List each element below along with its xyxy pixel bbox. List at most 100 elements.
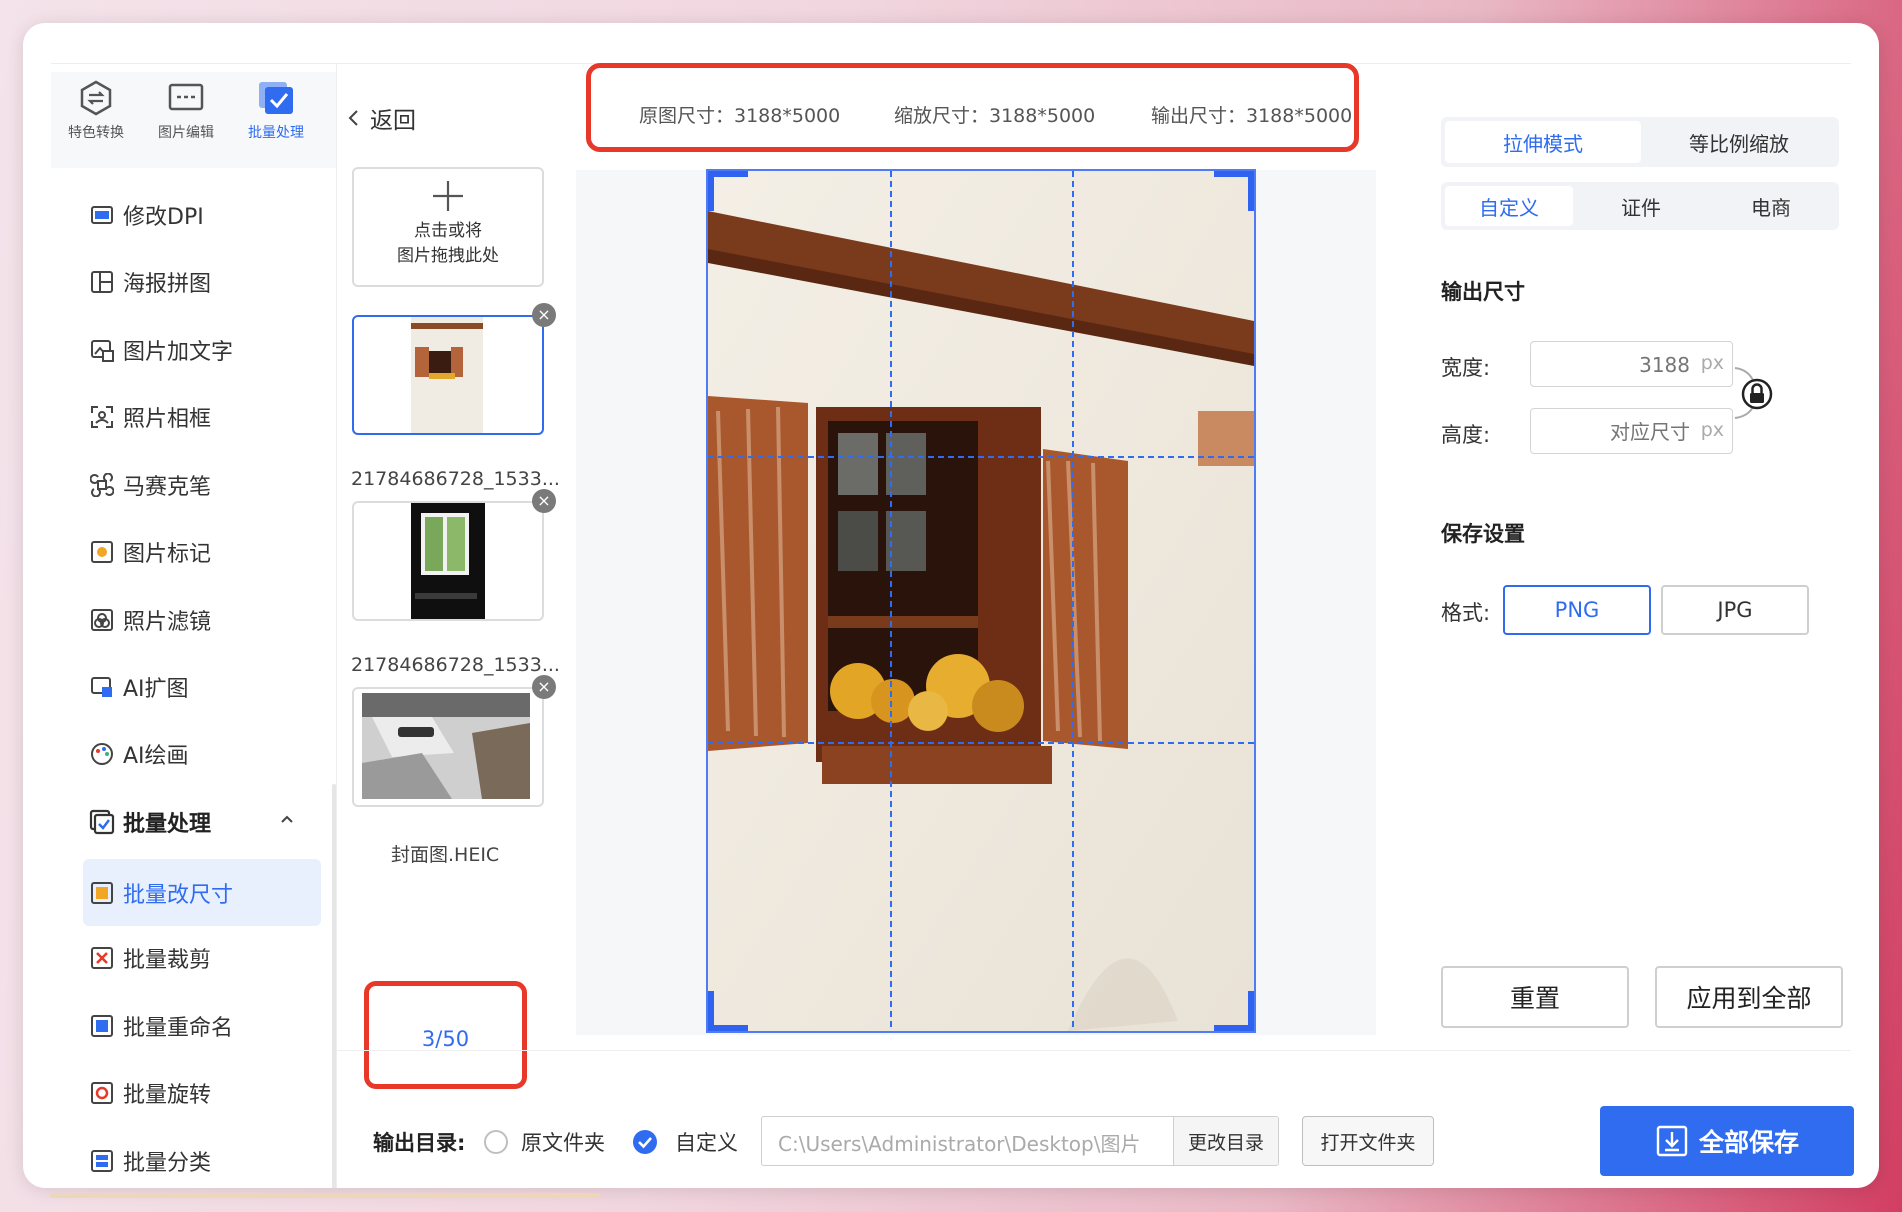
menu-item-batch-rename[interactable]: 批量重命名 xyxy=(83,1001,303,1051)
preview-image[interactable] xyxy=(706,169,1256,1033)
menu-item-mark[interactable]: 图片标记 xyxy=(83,527,303,577)
menu-item-filter[interactable]: 照片滤镜 xyxy=(83,595,303,645)
tab-stretch-mode[interactable]: 拉伸模式 xyxy=(1445,121,1641,163)
save-all-button[interactable]: 全部保存 xyxy=(1600,1106,1854,1176)
chevron-left-icon xyxy=(348,110,358,126)
change-dir-button[interactable]: 更改目录 xyxy=(1173,1117,1278,1165)
width-field[interactable]: px xyxy=(1530,341,1733,387)
crop-icon xyxy=(89,945,115,971)
menu-item-batch-rotate[interactable]: 批量旋转 xyxy=(83,1068,303,1118)
sidebar-scrollbar[interactable] xyxy=(332,784,336,1188)
save-settings-title: 保存设置 xyxy=(1441,522,1525,546)
menu-label: 照片滤镜 xyxy=(123,610,212,635)
width-input[interactable] xyxy=(1539,350,1692,380)
option-original-label: 原文件夹 xyxy=(521,1131,605,1155)
nav-batch-label: 批量处理 xyxy=(248,125,304,141)
scaled-size-text: 缩放尺寸：3188*5000 xyxy=(894,105,1096,127)
output-dir-label: 输出目录: xyxy=(373,1131,466,1155)
convert-icon xyxy=(80,80,112,116)
crop-handle-bottom-right[interactable] xyxy=(1214,991,1254,1031)
tab-ecommerce[interactable]: 电商 xyxy=(1707,186,1835,226)
plus-icon xyxy=(433,181,463,211)
bottom-divider xyxy=(336,1050,1851,1051)
thumbnail-1-filename: 21784686728_1533... xyxy=(351,468,560,490)
palette-icon xyxy=(89,741,115,767)
hd-icon xyxy=(89,202,115,228)
nav-image-edit-label: 图片编辑 xyxy=(158,125,214,141)
size-info-bar: 原图尺寸：3188*5000 缩放尺寸：3188*5000 输出尺寸：3188*… xyxy=(586,63,1359,152)
mark-icon xyxy=(89,539,115,565)
rename-icon xyxy=(89,1013,115,1039)
top-nav: 特色转换 图片编辑 批量处理 xyxy=(51,72,336,168)
menu-item-mosaic[interactable]: 马赛克笔 xyxy=(83,460,303,510)
image-edit-icon xyxy=(168,83,204,111)
format-label: 格式: xyxy=(1441,601,1491,625)
batch-icon xyxy=(259,82,293,114)
guide-lines xyxy=(708,171,1254,1031)
menu-label: 照片相框 xyxy=(123,407,212,432)
open-folder-button[interactable]: 打开文件夹 xyxy=(1302,1116,1434,1166)
upload-dropzone[interactable]: 点击或将 图片拖拽此处 xyxy=(352,167,544,287)
crop-handle-top-right[interactable] xyxy=(1214,171,1254,211)
menu-label: 海报拼图 xyxy=(123,272,212,297)
batch-group-icon xyxy=(89,809,115,835)
tab-id-photo[interactable]: 证件 xyxy=(1577,186,1705,226)
menu-item-batch-resize[interactable]: 批量改尺寸 xyxy=(83,859,321,926)
nav-convert[interactable]: 特色转换 xyxy=(51,80,141,142)
thumbnail-image xyxy=(362,693,530,799)
thumbnail-2[interactable]: × xyxy=(352,489,556,621)
thumbnail-2-filename: 21784686728_1533... xyxy=(351,654,560,676)
lock-ratio-icon[interactable] xyxy=(1733,360,1775,426)
menu-item-dpi[interactable]: 修改DPI xyxy=(83,190,303,240)
menu-item-batch-classify[interactable]: 批量分类 xyxy=(83,1136,303,1186)
tab-proportional-scale[interactable]: 等比例缩放 xyxy=(1643,121,1835,163)
back-button[interactable]: 返回 xyxy=(346,101,416,135)
menu-label: 批量改尺寸 xyxy=(123,882,234,908)
format-jpg-button[interactable]: JPG xyxy=(1661,585,1809,635)
menu-item-batch-crop[interactable]: 批量裁剪 xyxy=(83,933,303,983)
thumbnail-3[interactable]: × xyxy=(352,675,556,807)
menu-label: 批量处理 xyxy=(123,812,212,837)
format-png-button[interactable]: PNG xyxy=(1503,585,1651,635)
menu-label: AI扩图 xyxy=(123,677,189,702)
output-size-text: 输出尺寸：3188*5000 xyxy=(1151,105,1353,127)
radio-custom-folder[interactable] xyxy=(633,1130,657,1154)
tab-custom[interactable]: 自定义 xyxy=(1445,186,1573,226)
thumbnail-image xyxy=(411,503,485,619)
app-window: 特色转换 图片编辑 批量处理 修改DPI 海报拼图 图片加文字 照片相框 马赛克… xyxy=(23,23,1879,1188)
height-field[interactable]: px xyxy=(1530,408,1733,454)
menu-item-frame[interactable]: 照片相框 xyxy=(83,392,303,442)
thumbnail-3-filename: 封面图.HEIC xyxy=(391,844,500,866)
thumbnail-1[interactable]: × xyxy=(352,303,556,435)
nav-image-edit[interactable]: 图片编辑 xyxy=(141,80,231,142)
nav-batch[interactable]: 批量处理 xyxy=(231,80,321,142)
menu-item-image-text[interactable]: 图片加文字 xyxy=(83,325,303,375)
output-path-input[interactable] xyxy=(776,1127,1160,1157)
menu-item-ai-paint[interactable]: AI绘画 xyxy=(83,729,303,779)
apply-all-button[interactable]: 应用到全部 xyxy=(1655,966,1843,1028)
reset-button[interactable]: 重置 xyxy=(1441,966,1629,1028)
menu-item-ai-expand[interactable]: AI扩图 xyxy=(83,662,303,712)
menu-label: 批量分类 xyxy=(123,1151,212,1176)
remove-thumbnail-2-button[interactable]: × xyxy=(532,489,556,513)
width-label: 宽度: xyxy=(1441,356,1491,380)
menu-label: 批量旋转 xyxy=(123,1083,212,1108)
menu-label: AI绘画 xyxy=(123,744,189,769)
menu-group-batch[interactable]: 批量处理 xyxy=(83,797,303,847)
check-icon xyxy=(638,1137,652,1149)
output-path-box[interactable]: 更改目录 xyxy=(761,1116,1279,1166)
crop-handle-top-left[interactable] xyxy=(708,171,748,211)
bottom-accent-bar xyxy=(50,1193,600,1198)
remove-thumbnail-3-button[interactable]: × xyxy=(532,675,556,699)
radio-original-folder[interactable] xyxy=(484,1130,508,1154)
page-counter: 3/50 xyxy=(364,981,527,1089)
crop-handle-bottom-left[interactable] xyxy=(708,991,748,1031)
remove-thumbnail-1-button[interactable]: × xyxy=(532,303,556,327)
height-input[interactable] xyxy=(1539,417,1692,447)
page-counter-text: 3/50 xyxy=(421,1027,470,1051)
menu-label: 修改DPI xyxy=(123,205,204,230)
preset-tabs: 自定义 证件 电商 xyxy=(1441,182,1839,230)
menu-item-collage[interactable]: 海报拼图 xyxy=(83,257,303,307)
original-size-text: 原图尺寸：3188*5000 xyxy=(639,105,841,127)
width-unit: px xyxy=(1700,352,1724,374)
